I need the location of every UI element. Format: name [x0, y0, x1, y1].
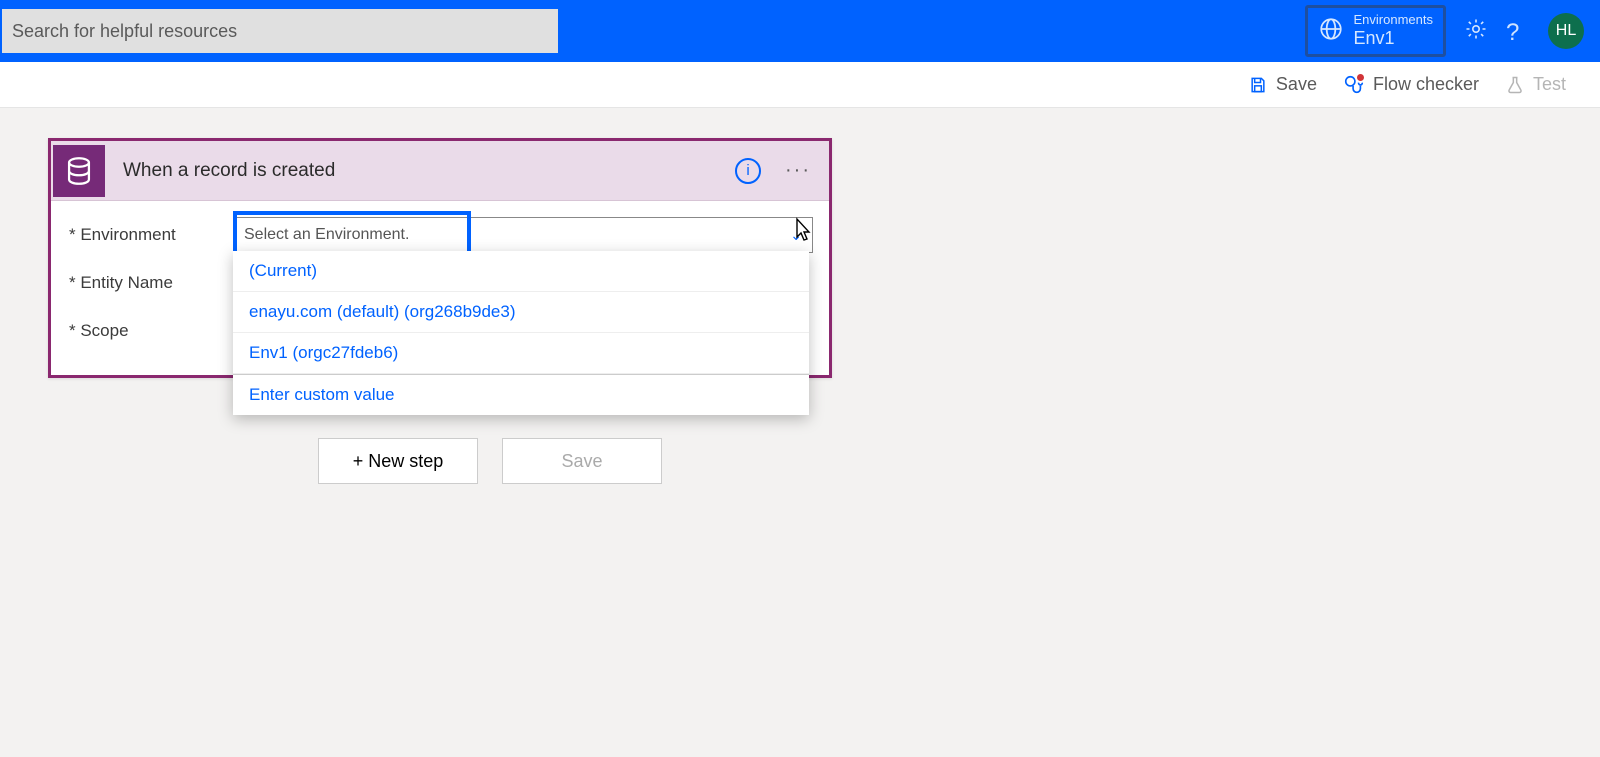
flow-checker-label: Flow checker — [1373, 74, 1479, 95]
save-button-label: Save — [561, 451, 602, 472]
environment-label: * Environment — [69, 225, 233, 245]
save-button[interactable]: Save — [502, 438, 662, 484]
save-command[interactable]: Save — [1248, 74, 1317, 95]
dropdown-item-env1[interactable]: Env1 (orgc27fdeb6) — [233, 333, 809, 374]
trigger-title: When a record is created — [105, 160, 735, 182]
settings-icon[interactable] — [1464, 17, 1488, 46]
new-step-button[interactable]: + New step — [318, 438, 478, 484]
environment-select[interactable]: Select an Environment. ⌄ — [233, 217, 813, 253]
dropdown-item-custom[interactable]: Enter custom value — [233, 374, 809, 415]
test-command[interactable]: Test — [1505, 74, 1566, 95]
env-value: Env1 — [1354, 28, 1433, 50]
search-input[interactable] — [2, 9, 558, 53]
action-buttons: + New step Save — [318, 438, 1600, 484]
globe-icon — [1318, 16, 1344, 47]
entity-label: * Entity Name — [69, 273, 233, 293]
trigger-card: When a record is created i ··· * Environ… — [48, 138, 832, 378]
database-icon — [53, 145, 105, 197]
test-label: Test — [1533, 74, 1566, 95]
environment-dropdown: (Current) enayu.com (default) (org268b9d… — [233, 251, 809, 415]
dropdown-item-current[interactable]: (Current) — [233, 251, 809, 292]
flow-checker-command[interactable]: Flow checker — [1343, 74, 1479, 96]
new-step-label: + New step — [353, 451, 444, 472]
avatar[interactable]: HL — [1548, 13, 1584, 49]
app-header: Environments Env1 ? HL — [0, 0, 1600, 62]
chevron-down-icon: ⌄ — [790, 227, 802, 244]
dropdown-item-default[interactable]: enayu.com (default) (org268b9de3) — [233, 292, 809, 333]
notification-dot-icon — [1355, 72, 1366, 83]
env-label: Environments — [1354, 12, 1433, 28]
flow-canvas: When a record is created i ··· * Environ… — [0, 108, 1600, 484]
info-icon[interactable]: i — [735, 158, 761, 184]
more-icon[interactable]: ··· — [785, 159, 811, 182]
trigger-body: * Environment Select an Environment. ⌄ *… — [51, 201, 829, 375]
header-right: Environments Env1 ? HL — [1305, 5, 1584, 56]
environment-placeholder: Select an Environment. — [244, 226, 409, 244]
trigger-header[interactable]: When a record is created i ··· — [51, 141, 829, 201]
help-icon[interactable]: ? — [1506, 19, 1530, 43]
scope-label: * Scope — [69, 321, 233, 341]
environment-selector[interactable]: Environments Env1 — [1305, 5, 1446, 56]
command-bar: Save Flow checker Test — [0, 62, 1600, 108]
save-label: Save — [1276, 74, 1317, 95]
